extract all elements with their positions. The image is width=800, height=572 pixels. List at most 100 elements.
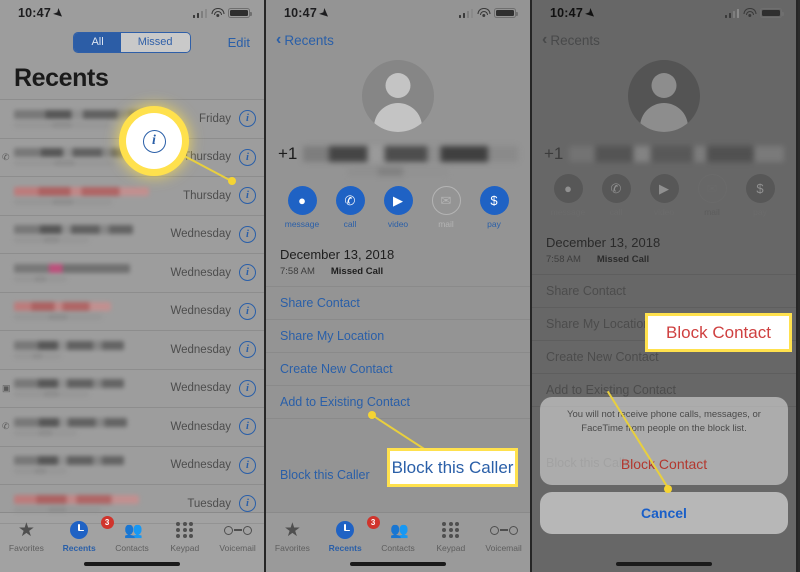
action-message[interactable]: ● message bbox=[546, 174, 590, 217]
call-day-label: Friday bbox=[199, 112, 231, 125]
segmented-control-filter[interactable]: All Missed bbox=[73, 31, 191, 53]
call-entry-text bbox=[14, 379, 170, 398]
info-circle-icon[interactable]: i bbox=[239, 225, 256, 243]
table-row[interactable]: ✆ Wednesday i bbox=[0, 408, 264, 447]
status-time-text: 10:47 bbox=[284, 6, 317, 20]
wifi-icon bbox=[211, 8, 224, 18]
info-circle-icon[interactable]: i bbox=[239, 302, 256, 320]
phone-number-blurred bbox=[303, 146, 518, 162]
caller-subtitle-blurred bbox=[14, 468, 68, 475]
table-row[interactable]: Wednesday i bbox=[0, 447, 264, 485]
status-bar-time: 10:47➤ bbox=[18, 6, 66, 21]
table-row[interactable]: Wednesday i bbox=[0, 293, 264, 331]
info-circle-icon[interactable]: i bbox=[239, 379, 256, 397]
action-pay[interactable]: $ pay bbox=[738, 174, 782, 217]
location-arrow-icon: ➤ bbox=[582, 6, 598, 22]
edit-button[interactable]: Edit bbox=[228, 35, 250, 50]
tab-label: Voicemail bbox=[219, 543, 256, 553]
message-bubble-icon: ● bbox=[287, 186, 317, 215]
recents-call-list: Friday i ✆ Thursday i Thursday i Wednesda… bbox=[0, 99, 264, 524]
call-date: December 13, 2018 bbox=[280, 247, 395, 262]
star-icon: ★ bbox=[284, 520, 301, 540]
table-row[interactable]: Thursday i bbox=[0, 177, 264, 216]
home-indicator bbox=[350, 562, 446, 566]
info-circle-icon[interactable]: i bbox=[239, 456, 256, 474]
back-button-label: Recents bbox=[284, 32, 334, 48]
keypad-icon bbox=[442, 521, 460, 539]
info-circle-icon[interactable]: i bbox=[239, 187, 256, 205]
tab-keypad[interactable]: Keypad bbox=[158, 520, 211, 553]
info-circle-icon[interactable]: i bbox=[239, 110, 256, 128]
keypad-icon bbox=[176, 520, 194, 540]
tab-contacts[interactable]: 👥 Contacts bbox=[106, 520, 159, 553]
phone-number-blurred bbox=[569, 146, 784, 162]
tab-favorites[interactable]: ★ Favorites bbox=[266, 520, 319, 554]
caller-name-blurred bbox=[14, 302, 111, 312]
status-bar-time: 10:47➤ bbox=[284, 6, 332, 21]
keypad-icon bbox=[442, 520, 460, 540]
action-pay[interactable]: $ pay bbox=[472, 186, 516, 229]
table-row[interactable]: Wednesday i bbox=[0, 331, 264, 370]
clock-icon bbox=[70, 521, 89, 539]
action-call[interactable]: ✆ call bbox=[594, 174, 638, 217]
option-add-to-existing-contact[interactable]: Add to Existing Contact bbox=[266, 386, 530, 419]
back-button-label: Recents bbox=[550, 32, 600, 48]
cellular-bars-icon bbox=[192, 8, 207, 18]
tab-label: Keypad bbox=[170, 543, 200, 553]
call-entry-text bbox=[14, 456, 170, 475]
status-bar-time: 10:47➤ bbox=[550, 6, 598, 21]
call-entry-text bbox=[14, 494, 187, 513]
info-circle-icon[interactable]: i bbox=[239, 148, 256, 166]
table-row[interactable]: ▣ Wednesday i bbox=[0, 370, 264, 408]
contact-phone-number: +1 bbox=[266, 144, 530, 164]
segment-missed[interactable]: Missed bbox=[120, 32, 190, 52]
action-video[interactable]: ▶ video bbox=[376, 186, 420, 229]
action-label: mail bbox=[704, 207, 720, 217]
info-circle-icon: i bbox=[142, 129, 166, 153]
phone-icon: ✆ bbox=[601, 174, 631, 203]
tab-recents[interactable]: 3 Recents bbox=[53, 516, 114, 553]
table-row[interactable]: Wednesday i bbox=[0, 254, 264, 293]
back-to-recents-button[interactable]: ‹ Recents bbox=[532, 26, 796, 50]
action-label: video bbox=[387, 219, 409, 229]
info-circle-icon[interactable]: i bbox=[239, 418, 256, 436]
info-circle-icon[interactable]: i bbox=[239, 495, 256, 513]
action-message[interactable]: ● message bbox=[280, 186, 324, 229]
action-label: message bbox=[550, 207, 586, 217]
phone-country-prefix: +1 bbox=[278, 144, 298, 163]
option-share-my-location[interactable]: Share My Location bbox=[266, 320, 530, 353]
tab-contacts[interactable]: 👥 Contacts bbox=[372, 520, 425, 553]
action-call[interactable]: ✆ call bbox=[328, 186, 372, 229]
contact-action-buttons: ● message ✆ call ▶ video ✉ mail $ pay bbox=[266, 176, 530, 237]
leader-dot-2 bbox=[368, 411, 376, 419]
action-label: message bbox=[284, 219, 320, 229]
three-panel-tutorial-screenshot: 10:47➤ All Missed Edit Recents Friday i ✆ bbox=[0, 0, 800, 572]
tab-favorites[interactable]: ★ Favorites bbox=[0, 520, 53, 554]
call-entry-text bbox=[14, 225, 170, 244]
tab-recents[interactable]: 3 Recents bbox=[319, 516, 380, 553]
info-circle-icon[interactable]: i bbox=[239, 264, 256, 282]
cancel-button[interactable]: Cancel bbox=[540, 492, 788, 534]
caller-subtitle-blurred bbox=[14, 429, 77, 436]
option-create-new-contact[interactable]: Create New Contact bbox=[266, 353, 530, 386]
tab-voicemail[interactable]: Voicemail bbox=[211, 520, 264, 553]
segment-all[interactable]: All bbox=[74, 32, 121, 52]
option-share-contact[interactable]: Share Contact bbox=[532, 275, 796, 308]
action-sheet-group: You will not receive phone calls, messag… bbox=[540, 397, 788, 485]
recents-filter-row: All Missed Edit bbox=[0, 28, 264, 56]
action-video[interactable]: ▶ video bbox=[642, 174, 686, 217]
option-share-contact[interactable]: Share Contact bbox=[266, 287, 530, 320]
tab-voicemail[interactable]: Voicemail bbox=[477, 520, 530, 553]
block-contact-button[interactable]: Block Contact bbox=[540, 445, 788, 485]
tab-keypad[interactable]: Keypad bbox=[424, 520, 477, 553]
action-mail: ✉ mail bbox=[424, 186, 468, 229]
table-row[interactable]: Wednesday i bbox=[0, 216, 264, 254]
back-to-recents-button[interactable]: ‹ Recents bbox=[266, 26, 530, 50]
caller-subtitle-blurred bbox=[14, 275, 68, 282]
tab-label: Keypad bbox=[436, 543, 466, 553]
call-entry-text bbox=[14, 340, 170, 359]
status-bar-indicators bbox=[192, 8, 253, 18]
battery-icon bbox=[494, 8, 519, 18]
info-circle-icon[interactable]: i bbox=[239, 341, 256, 359]
video-camera-icon: ▶ bbox=[383, 186, 413, 215]
